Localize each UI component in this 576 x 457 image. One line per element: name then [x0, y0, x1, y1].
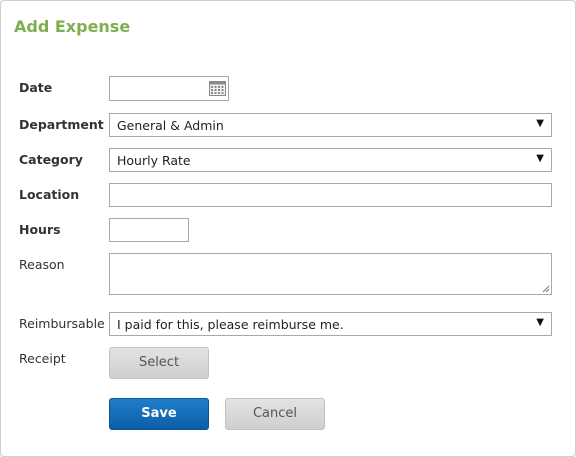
- category-selected-value: Hourly Rate: [117, 153, 191, 168]
- hours-label: Hours: [19, 222, 61, 237]
- date-field[interactable]: [109, 76, 229, 101]
- department-select[interactable]: General & Admin ▼: [109, 113, 552, 137]
- department-selected-value: General & Admin: [117, 118, 224, 133]
- cancel-button[interactable]: Cancel: [225, 398, 325, 430]
- receipt-label: Receipt: [19, 351, 66, 366]
- dialog-title: Add Expense: [14, 17, 131, 36]
- reason-textarea[interactable]: [109, 253, 552, 295]
- chevron-down-icon: ▼: [536, 118, 544, 129]
- calendar-icon[interactable]: [209, 81, 226, 96]
- date-label: Date: [19, 80, 53, 95]
- hours-input[interactable]: [109, 218, 189, 242]
- reimbursable-select[interactable]: I paid for this, please reimburse me. ▼: [109, 312, 552, 336]
- category-label: Category: [19, 152, 83, 167]
- category-select[interactable]: Hourly Rate ▼: [109, 148, 552, 172]
- location-input[interactable]: [109, 183, 552, 207]
- receipt-select-button[interactable]: Select: [109, 347, 209, 379]
- add-expense-dialog: Add Expense Date Department General & Ad…: [0, 0, 576, 457]
- department-label: Department: [19, 117, 104, 132]
- reimbursable-label: Reimbursable: [19, 316, 105, 331]
- chevron-down-icon: ▼: [536, 317, 544, 328]
- location-label: Location: [19, 187, 80, 202]
- resize-handle-icon[interactable]: [542, 285, 550, 293]
- reimbursable-selected-value: I paid for this, please reimburse me.: [117, 317, 344, 332]
- save-button[interactable]: Save: [109, 398, 209, 430]
- reason-label: Reason: [19, 257, 65, 272]
- chevron-down-icon: ▼: [536, 153, 544, 164]
